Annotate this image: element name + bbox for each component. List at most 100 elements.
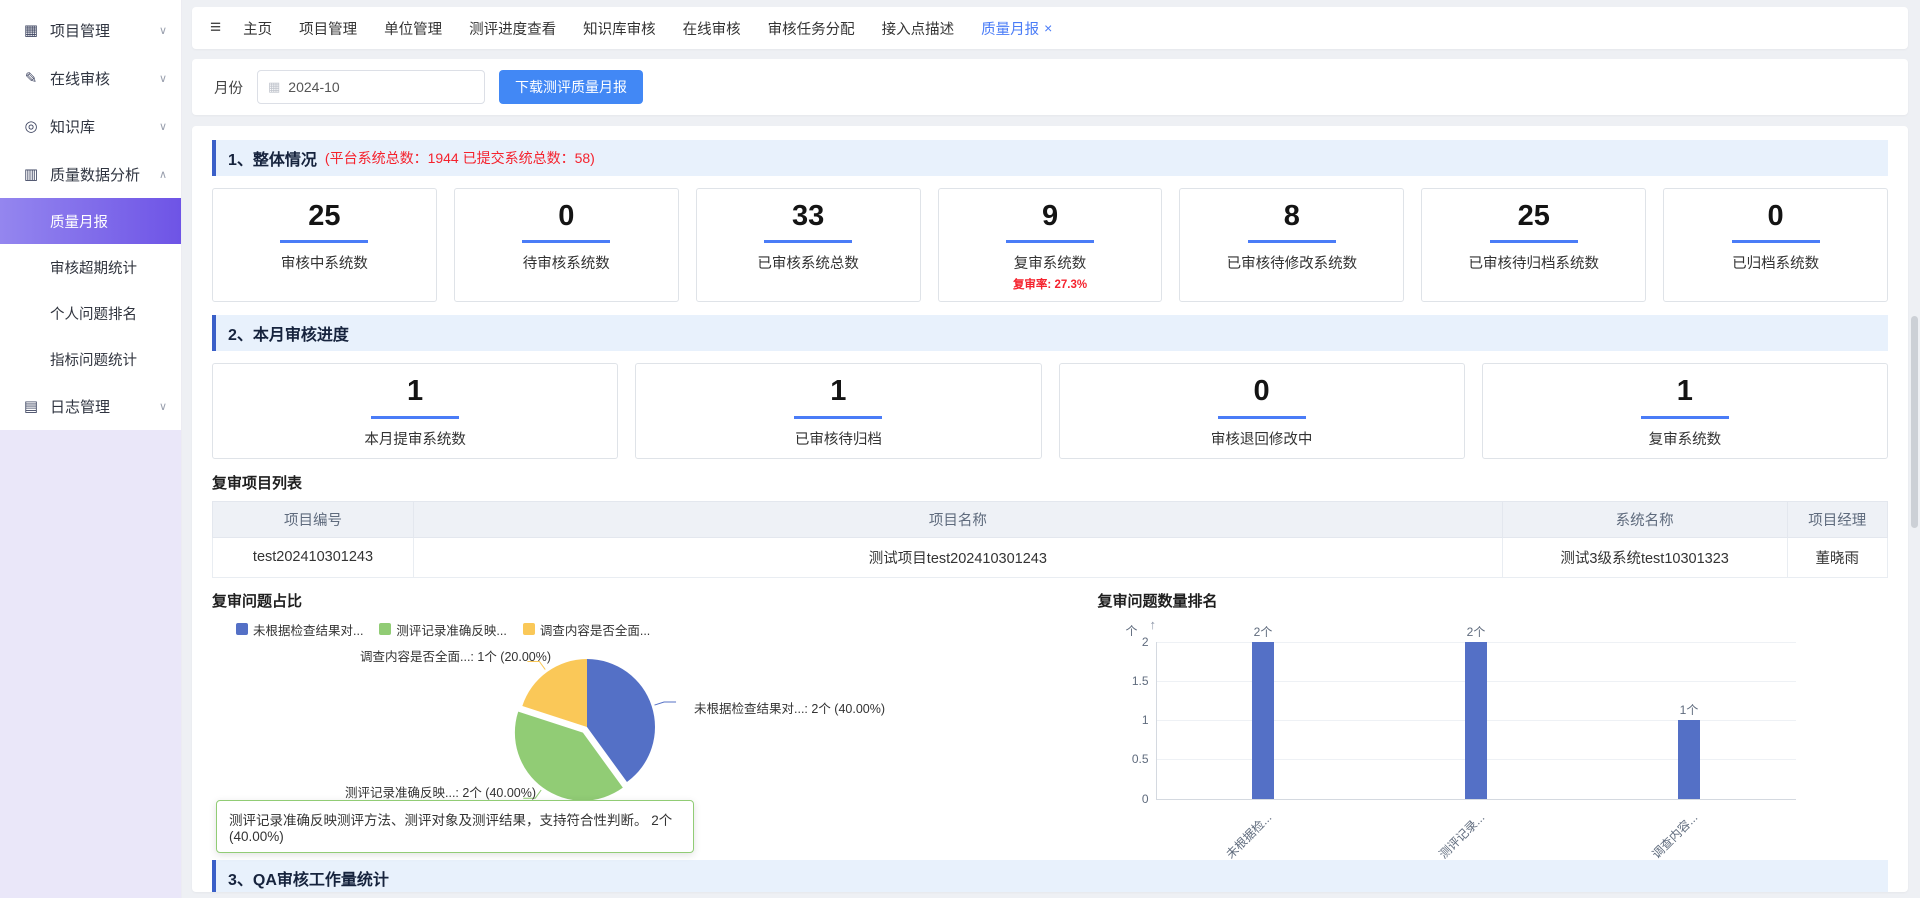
sidebar-subitem-review-overdue-stats[interactable]: 审核超期统计: [0, 244, 181, 290]
chevron-down-icon: ∨: [159, 400, 167, 413]
sidebar-filler: [0, 430, 181, 898]
tab-progress-view[interactable]: 测评进度查看: [469, 18, 556, 39]
overall-stat-cards: 25 审核中系统数 0 待审核系统数 33 已审核系统总数 9 复审系统数 复审…: [212, 188, 1888, 302]
sidebar-subitem-label: 个人问题排名: [50, 303, 137, 324]
y-axis-tick: 0.5: [1111, 752, 1149, 766]
re-review-table: 项目编号 项目名称 系统名称 项目经理 test202410301243 测试项…: [212, 501, 1888, 578]
sidebar-subitem-quality-monthly-report[interactable]: 质量月报: [0, 198, 181, 244]
chevron-up-icon: ∧: [159, 168, 167, 181]
month-label: 月份: [214, 77, 243, 98]
bar-chart-panel: 复审问题数量排名 ↑ 个 00.511.522个未根据检...2个测评记录...…: [1098, 590, 1888, 856]
bar-value-label: 2个: [1233, 623, 1293, 640]
stat-card-pending-review: 0 待审核系统数: [454, 188, 679, 302]
bar[interactable]: [1252, 642, 1274, 799]
sidebar-subitem-indicator-problem-stats[interactable]: 指标问题统计: [0, 336, 181, 382]
legend-swatch: [236, 623, 248, 635]
axis-arrow-icon: ↑: [1150, 617, 1157, 632]
accent-underline: [1641, 416, 1729, 419]
accent-underline: [522, 240, 610, 243]
cell-project-id: test202410301243: [213, 537, 414, 577]
report-content: 1、整体情况 (平台系统总数：1944 已提交系统总数：58) 25 审核中系统…: [192, 126, 1908, 892]
pie-chart-title: 复审问题占比: [212, 590, 1084, 611]
sidebar-item-knowledge-base[interactable]: ◎ 知识库 ∨: [0, 102, 181, 150]
tab-knowledge-review[interactable]: 知识库审核: [583, 18, 656, 39]
section-month-progress-header: 2、本月审核进度: [212, 315, 1888, 351]
stat-card-month-re-review: 1 复审系统数: [1482, 363, 1888, 458]
pie-label-line: [655, 702, 677, 705]
cell-system-name: 测试3级系统test10301323: [1502, 537, 1787, 577]
sidebar-subitem-label: 审核超期统计: [50, 257, 137, 278]
sidebar-item-project-management[interactable]: ▦ 项目管理 ∨: [0, 6, 181, 54]
sidebar: ▦ 项目管理 ∨ ✎ 在线审核 ∨ ◎ 知识库 ∨ ▥ 质量数据分析 ∧ 质量月…: [0, 0, 182, 898]
y-axis-tick: 0: [1111, 792, 1149, 806]
bar-chart[interactable]: 00.511.522个未根据检...2个测评记录...1个调查内容...: [1156, 642, 1796, 800]
log-icon: ▤: [20, 397, 42, 415]
re-review-list-title: 复审项目列表: [212, 472, 1888, 493]
legend-item[interactable]: 未根据检查结果对...: [236, 620, 363, 639]
tab-access-point[interactable]: 接入点描述: [882, 18, 955, 39]
sidebar-subitem-label: 指标问题统计: [50, 349, 137, 370]
accent-underline: [1248, 240, 1336, 243]
sidebar-item-log-management[interactable]: ▤ 日志管理 ∨: [0, 382, 181, 430]
section-title: 1、整体情况: [228, 146, 317, 170]
accent-underline: [764, 240, 852, 243]
stat-card-pending-archive: 25 已审核待归档系统数: [1421, 188, 1646, 302]
app-root: ▦ 项目管理 ∨ ✎ 在线审核 ∨ ◎ 知识库 ∨ ▥ 质量数据分析 ∧ 质量月…: [0, 0, 1920, 898]
data-analysis-icon: ▥: [20, 165, 42, 183]
chevron-down-icon: ∨: [159, 120, 167, 133]
col-system-name: 系统名称: [1502, 501, 1787, 537]
stat-card-archived: 0 已归档系统数: [1663, 188, 1888, 302]
stat-card-month-returned: 0 审核退回修改中: [1059, 363, 1465, 458]
tab-project-management[interactable]: 项目管理: [299, 18, 357, 39]
month-picker[interactable]: ▦: [257, 70, 485, 104]
month-input[interactable]: [288, 79, 448, 95]
accent-underline: [794, 416, 882, 419]
sidebar-item-label: 质量数据分析: [50, 164, 140, 185]
tab-online-review[interactable]: 在线审核: [683, 18, 741, 39]
table-header-row: 项目编号 项目名称 系统名称 项目经理: [213, 501, 1888, 537]
tab-home[interactable]: 主页: [243, 18, 272, 39]
stat-card-pending-modify: 8 已审核待修改系统数: [1179, 188, 1404, 302]
gridline: [1157, 799, 1796, 800]
download-report-button[interactable]: 下载测评质量月报: [499, 70, 643, 104]
scrollbar[interactable]: [1911, 316, 1918, 528]
bar-value-label: 1个: [1659, 701, 1719, 718]
charts-row: 复审问题占比 未根据检查结果对... 测评记录准确反映... 调查内容是否全面.…: [212, 590, 1888, 856]
close-tab-icon[interactable]: ×: [1044, 20, 1052, 36]
bar[interactable]: [1678, 720, 1700, 799]
stat-card-re-review: 9 复审系统数 复审率: 27.3%: [938, 188, 1163, 302]
col-project-name: 项目名称: [414, 501, 1503, 537]
sidebar-subitem-personal-problem-ranking[interactable]: 个人问题排名: [0, 290, 181, 336]
knowledge-base-icon: ◎: [20, 117, 42, 135]
chevron-down-icon: ∨: [159, 72, 167, 85]
stat-card-month-archived-pending: 1 已审核待归档: [635, 363, 1041, 458]
stat-card-month-submitted: 1 本月提审系统数: [212, 363, 618, 458]
cell-project-name: 测试项目test202410301243: [414, 537, 1503, 577]
main-area: ≡ 主页 项目管理 单位管理 测评进度查看 知识库审核 在线审核 审核任务分配 …: [182, 0, 1920, 898]
sidebar-item-online-review[interactable]: ✎ 在线审核 ∨: [0, 54, 181, 102]
stat-card-in-review: 25 审核中系统数: [212, 188, 437, 302]
section-title: 2、本月审核进度: [228, 321, 349, 345]
col-project-id: 项目编号: [213, 501, 414, 537]
project-icon: ▦: [20, 21, 42, 39]
sidebar-item-quality-data-analysis[interactable]: ▥ 质量数据分析 ∧: [0, 150, 181, 198]
sidebar-subitem-label: 质量月报: [50, 211, 108, 232]
tab-task-assignment[interactable]: 审核任务分配: [768, 18, 855, 39]
accent-underline: [371, 416, 459, 419]
tab-unit-management[interactable]: 单位管理: [384, 18, 442, 39]
sidebar-item-label: 在线审核: [50, 68, 110, 89]
bar[interactable]: [1465, 642, 1487, 799]
pie-label-survey: 调查内容是否全面...: 1个 (20.00%): [360, 646, 551, 665]
accent-underline: [1732, 240, 1820, 243]
section-overall-header: 1、整体情况 (平台系统总数：1944 已提交系统总数：58): [212, 140, 1888, 176]
accent-underline: [280, 240, 368, 243]
bar-value-label: 2个: [1446, 623, 1506, 640]
y-axis-tick: 2: [1111, 635, 1149, 649]
pie-label-not-based: 未根据检查结果对...: 2个 (40.00%): [694, 698, 885, 717]
filter-bar: 月份 ▦ 下载测评质量月报: [192, 59, 1908, 115]
accent-underline: [1006, 240, 1094, 243]
tab-quality-monthly-report[interactable]: 质量月报 ×: [981, 18, 1052, 39]
re-review-rate: 复审率: 27.3%: [943, 276, 1158, 292]
col-project-manager: 项目经理: [1787, 501, 1888, 537]
collapse-menu-icon[interactable]: ≡: [210, 17, 221, 39]
